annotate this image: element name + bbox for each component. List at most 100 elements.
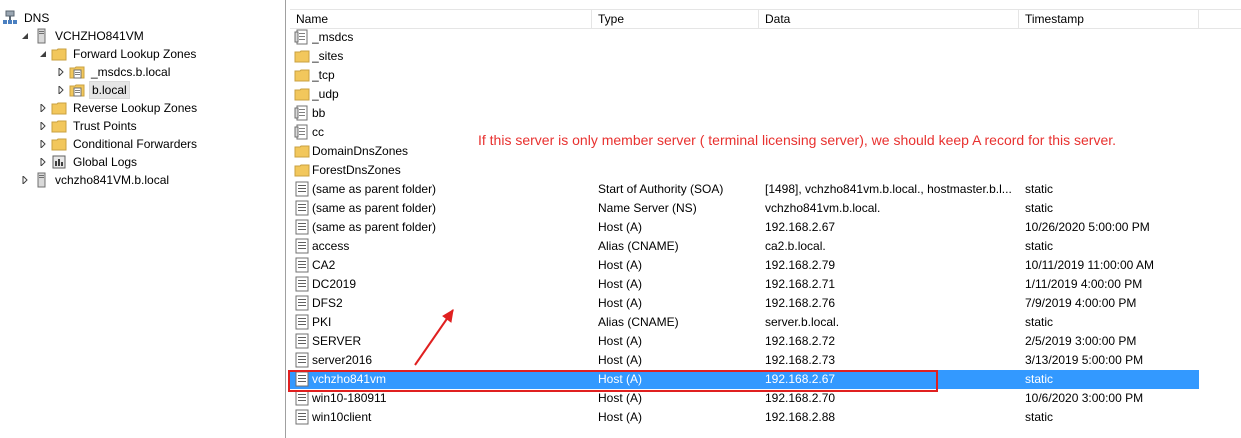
zone-icon (69, 64, 85, 80)
table-row[interactable]: _udp (290, 85, 1199, 104)
record-name: win10client (312, 410, 372, 424)
server-icon (33, 28, 49, 44)
record-data (765, 66, 1018, 85)
record-timestamp (1025, 66, 1199, 85)
record-type (598, 47, 758, 66)
record-data (765, 85, 1018, 104)
record-icon (294, 390, 310, 406)
record-data (765, 47, 1018, 66)
record-timestamp: static (1025, 239, 1054, 253)
record-timestamp: static (1025, 372, 1054, 386)
record-timestamp: static (1025, 201, 1054, 215)
tree-label: _msdcs.b.local (91, 65, 171, 79)
record-type: Host (A) (598, 296, 643, 310)
record-icon (294, 409, 310, 425)
expand-arrow-icon[interactable] (56, 67, 66, 77)
record-name: _sites (312, 49, 344, 63)
folder-icon (294, 162, 310, 178)
record-data (765, 28, 1018, 47)
tree-node-dns[interactable]: DNS (2, 9, 51, 27)
tree-node-global-logs[interactable]: Global Logs (38, 153, 139, 171)
tree-label: VCHZHO841VM (55, 29, 144, 43)
expand-arrow-icon[interactable] (38, 139, 48, 149)
table-row[interactable]: access Alias (CNAME) ca2.b.local. static (290, 237, 1199, 256)
expand-arrow-icon[interactable] (38, 157, 48, 167)
table-row[interactable]: ForestDnsZones (290, 161, 1199, 180)
record-type: Start of Authority (SOA) (598, 182, 724, 196)
column-header: Name Type Data Timestamp (290, 9, 1241, 29)
record-name: access (312, 239, 350, 253)
record-icon (294, 352, 310, 368)
record-type: Host (A) (598, 410, 643, 424)
column-data[interactable]: Data (759, 10, 1019, 29)
tree-node-trust-points[interactable]: Trust Points (38, 117, 139, 135)
record-type (598, 85, 758, 104)
record-icon (294, 333, 310, 349)
collapse-arrow-icon[interactable] (38, 49, 48, 59)
table-row[interactable]: (same as parent folder) Host (A) 192.168.2… (290, 218, 1199, 237)
record-data: 192.168.2.71 (765, 277, 836, 291)
record-data: server.b.local. (765, 315, 840, 329)
column-timestamp[interactable]: Timestamp (1019, 10, 1199, 29)
record-timestamp: 10/26/2020 5:00:00 PM (1025, 220, 1150, 234)
tree-node-conditional-forwarders[interactable]: Conditional Forwarders (38, 135, 199, 153)
record-name: _udp (312, 87, 339, 101)
tree-node-server[interactable]: VCHZHO841VM (20, 27, 146, 45)
zone-icon (294, 105, 310, 121)
expand-arrow-icon[interactable] (38, 121, 48, 131)
table-row[interactable]: bb (290, 104, 1199, 123)
expand-arrow-icon[interactable] (38, 103, 48, 113)
zone-icon (69, 82, 85, 98)
table-row[interactable]: (same as parent folder) Name Server (NS) v… (290, 199, 1199, 218)
folder-icon (294, 143, 310, 159)
table-row[interactable]: CA2 Host (A) 192.168.2.79 10/11/2019 11:00:… (290, 256, 1199, 275)
record-data: 192.168.2.76 (765, 296, 836, 310)
column-name[interactable]: Name (290, 10, 592, 29)
tree-node-reverse-zones[interactable]: Reverse Lookup Zones (38, 99, 199, 117)
table-row[interactable]: _msdcs (290, 28, 1199, 47)
tree-label: vchzho841VM.b.local (55, 173, 170, 187)
record-type: Alias (CNAME) (598, 315, 679, 329)
table-row[interactable]: _tcp (290, 66, 1199, 85)
record-type (598, 28, 758, 47)
tree-node-forward-zones[interactable]: Forward Lookup Zones (38, 45, 198, 63)
record-name: _msdcs (312, 30, 354, 44)
record-timestamp (1025, 161, 1199, 180)
record-type (598, 161, 758, 180)
record-type: Host (A) (598, 258, 643, 272)
tree-node-zone-blocal[interactable]: b.local (56, 81, 130, 99)
record-name: CA2 (312, 258, 336, 272)
record-timestamp: static (1025, 182, 1054, 196)
record-timestamp: 3/13/2019 5:00:00 PM (1025, 353, 1144, 367)
table-row[interactable]: _sites (290, 47, 1199, 66)
tree-label: Reverse Lookup Zones (73, 101, 198, 115)
record-type: Alias (CNAME) (598, 239, 679, 253)
tree-label: Trust Points (73, 119, 137, 133)
table-row[interactable]: (same as parent folder) Start of Authorit… (290, 180, 1199, 199)
record-icon (294, 200, 310, 216)
collapse-arrow-icon[interactable] (20, 31, 30, 41)
table-row[interactable]: DC2019 Host (A) 192.168.2.71 1/11/2019 4:00… (290, 275, 1199, 294)
tree-node-other-server[interactable]: vchzho841VM.b.local (20, 171, 171, 189)
record-type: Host (A) (598, 220, 643, 234)
record-timestamp (1025, 85, 1199, 104)
record-type: Name Server (NS) (598, 201, 697, 215)
record-timestamp (1025, 104, 1199, 123)
record-timestamp: 1/11/2019 4:00:00 PM (1025, 277, 1143, 291)
record-type: Host (A) (598, 277, 643, 291)
record-data: ca2.b.local. (765, 239, 826, 253)
folder-icon (51, 136, 67, 152)
record-data: 192.168.2.73 (765, 353, 836, 367)
folder-icon (294, 86, 310, 102)
record-icon (294, 257, 310, 273)
expand-arrow-icon[interactable] (20, 175, 30, 185)
table-row[interactable]: win10client Host (A) 192.168.2.88 static (290, 408, 1199, 427)
tree-node-zone-msdcs[interactable]: _msdcs.b.local (56, 63, 172, 81)
folder-icon (51, 118, 67, 134)
tree-label: DNS (24, 11, 50, 25)
record-timestamp: static (1025, 410, 1054, 424)
record-icon (294, 238, 310, 254)
record-timestamp (1025, 47, 1199, 66)
column-type[interactable]: Type (592, 10, 759, 29)
expand-arrow-icon[interactable] (56, 85, 66, 95)
